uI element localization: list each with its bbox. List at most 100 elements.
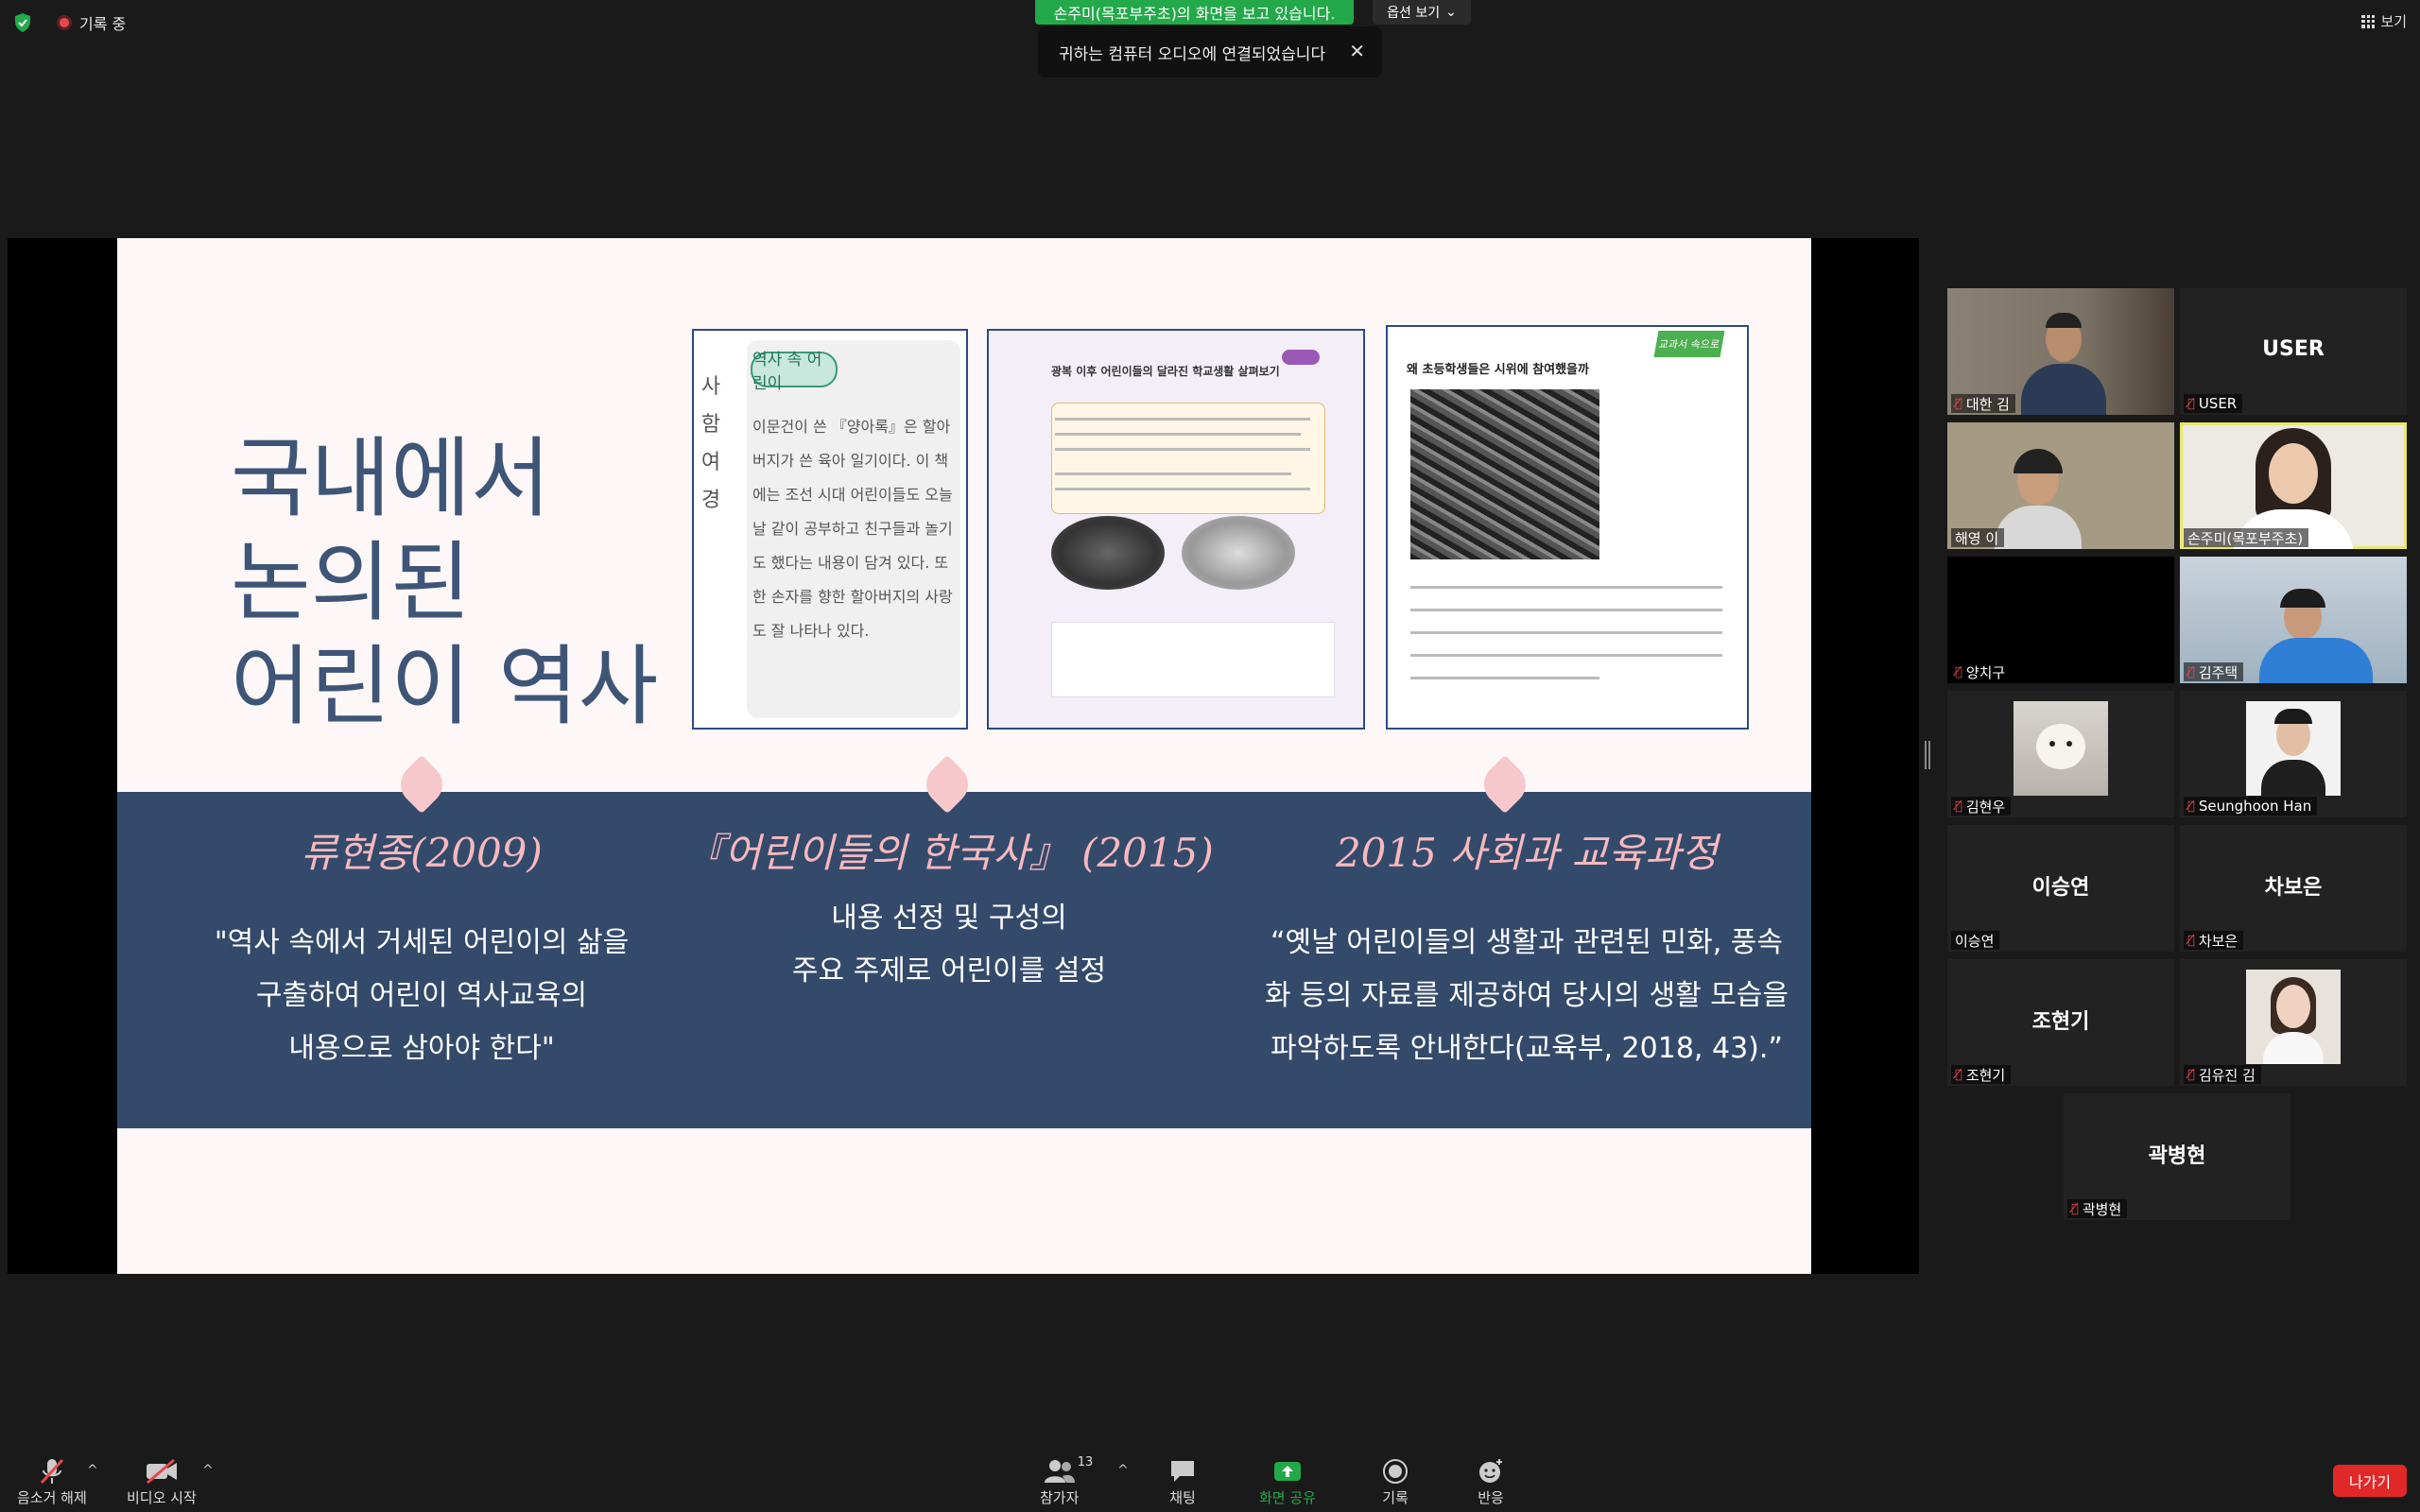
video-options-caret-icon[interactable]: ^ [202, 1463, 214, 1478]
slide-title-line: 논의된 [231, 532, 471, 633]
participant-name: 🎙̸ 김현우 [1951, 797, 2012, 816]
start-video-button[interactable]: 비디오 시작 [127, 1455, 197, 1507]
leave-button[interactable]: 나가기 [2333, 1465, 2407, 1497]
chat-label: 채팅 [1169, 1489, 1196, 1506]
muted-microphone-icon [37, 1455, 67, 1487]
active-speaker-tile[interactable]: 손주미(목포부주초) [2180, 422, 2407, 549]
meeting-status: 기록 중 [13, 11, 126, 34]
participant-name: 🎙̸ Seunghoon Han [2184, 797, 2318, 816]
participant-name: 🎙̸ 김주택 [2184, 662, 2244, 681]
column-heading: 『어린이들의 한국사』 (2015) [684, 830, 1214, 876]
participant-name: 🎙̸ 대한 김 [1951, 394, 2015, 413]
recording-indicator[interactable]: 기록 중 [57, 11, 126, 34]
participant-name: 이승연 [1951, 931, 2000, 950]
column-body: 내용 선정 및 구성의 주요 주제로 어린이를 설정 [791, 902, 1107, 988]
profile-picture [2014, 701, 2108, 796]
history-child-tag: 역사 속 어린이 [751, 351, 838, 393]
security-shield-icon[interactable] [13, 12, 32, 33]
muted-mic-icon: 🎙̸ [2071, 1201, 2079, 1216]
slide-column-1: 류현종(2009) "역사 속에서 거세된 어린이의 삶을 구출하여 어린이 역… [157, 828, 686, 1075]
protest-photo [1410, 389, 1599, 559]
participant-tile[interactable]: USER 🎙̸ USER [2180, 288, 2407, 415]
participant-name: 🎙̸ 곽병현 [2067, 1199, 2128, 1218]
participant-display-name: 이승연 [2031, 875, 2090, 900]
textbook-image-2: 광복 이후 어린이들의 달라진 학교생활 살펴보기 [987, 329, 1365, 730]
participant-tile[interactable]: 조현기 🎙̸ 조현기 [1947, 959, 2174, 1086]
participants-button[interactable]: 13 참가자 [1040, 1455, 1093, 1507]
shared-screen: 국내에서 논의된 어린이 역사 사 함 여 경 역사 속 어린이 이문건이 쓴 … [8, 238, 1919, 1274]
participants-count: 13 [1077, 1455, 1094, 1469]
participant-tile[interactable]: 이승연 이승연 [1947, 825, 2174, 952]
participant-tile[interactable]: 🎙̸ 김주택 [2180, 557, 2407, 683]
toast-message: 귀하는 컴퓨터 오디오에 연결되었습니다 [1059, 44, 1326, 64]
participant-tile[interactable]: 🎙̸ 김현우 [1947, 691, 2174, 817]
slide-column-2: 『어린이들의 한국사』 (2015) 내용 선정 및 구성의 주요 주제로 어린… [684, 828, 1214, 998]
share-screen-button[interactable]: 화면 공유 [1259, 1455, 1316, 1507]
participant-tile[interactable]: 해영 이 [1947, 422, 2174, 549]
muted-mic-icon: 🎙̸ [2187, 933, 2195, 948]
vertical-text: 사 함 여 경 [700, 375, 721, 512]
share-screen-label: 화면 공유 [1259, 1489, 1316, 1506]
textbook-tag: 교과서 속으로 [1653, 331, 1725, 357]
chat-icon [1168, 1455, 1197, 1487]
record-icon [1382, 1455, 1409, 1487]
audio-options-caret-icon[interactable]: ^ [87, 1463, 98, 1478]
column-heading: 류현종(2009) [301, 830, 543, 876]
participant-name: 🎙̸ 김유진 김 [2184, 1065, 2261, 1084]
writing-area [1051, 622, 1335, 697]
presentation-slide: 국내에서 논의된 어린이 역사 사 함 여 경 역사 속 어린이 이문건이 쓴 … [117, 238, 1811, 1274]
text-line [1410, 654, 1722, 657]
muted-mic-icon: 🎙̸ [2187, 1067, 2195, 1082]
close-icon[interactable]: ✕ [1349, 40, 1365, 62]
start-video-label: 비디오 시작 [127, 1489, 197, 1506]
unmute-label: 음소거 해제 [17, 1489, 87, 1506]
page-tag [1282, 350, 1320, 365]
muted-mic-icon: 🎙̸ [2187, 396, 2195, 411]
column-heading: 2015 사회과 교육과정 [1335, 830, 1719, 876]
participant-name: 🎙̸ USER [2184, 394, 2243, 413]
record-button[interactable]: 기록 [1382, 1455, 1409, 1507]
participant-display-name: 조현기 [2031, 1009, 2090, 1034]
recording-label: 기록 중 [79, 15, 127, 33]
text-line [1055, 448, 1310, 451]
reactions-button[interactable]: 반응 [1477, 1455, 1505, 1507]
participant-tile[interactable]: 🎙̸ Seunghoon Han [2180, 691, 2407, 817]
chat-button[interactable]: 채팅 [1168, 1455, 1197, 1507]
text-line [1410, 677, 1599, 679]
participant-name: 손주미(목포부주초) [2184, 528, 2309, 547]
muted-mic-icon: 🎙̸ [1955, 799, 1962, 814]
panel-resize-handle[interactable] [1925, 741, 1930, 769]
reactions-label: 반응 [1478, 1489, 1504, 1506]
book1-text: 이문건이 쓴 『양아록』은 할아버지가 쓴 육아 일기이다. 이 책에는 조선 … [752, 418, 953, 640]
unmute-button[interactable]: 음소거 해제 [17, 1455, 87, 1507]
column-body: “옛날 어린이들의 생활과 관련된 민화, 풍속 화 등의 자료를 제공하여 당… [1264, 926, 1789, 1065]
muted-mic-icon: 🎙̸ [1955, 1067, 1962, 1082]
participant-tile[interactable]: 🎙̸ 김유진 김 [2180, 959, 2407, 1086]
slide-title: 국내에서 논의된 어린이 역사 [231, 427, 658, 739]
muted-mic-icon: 🎙̸ [2187, 799, 2195, 814]
video-off-icon [144, 1455, 180, 1487]
text-line [1055, 433, 1301, 436]
participant-tile[interactable]: 🎙̸ 양치구 [1947, 557, 2174, 683]
profile-picture [2246, 970, 2341, 1064]
book2-title: 광복 이후 어린이들의 달라진 학교생활 살펴보기 [1051, 365, 1280, 378]
textbook-image-1: 사 함 여 경 역사 속 어린이 이문건이 쓴 『양아록』은 할아버지가 쓴 육… [692, 329, 968, 730]
text-line [1410, 609, 1722, 611]
participants-label: 참가자 [1040, 1489, 1080, 1506]
book3-title: 왜 초등학생들은 시위에 참여했을까 [1407, 363, 1589, 377]
recording-dot-icon [57, 15, 72, 30]
view-options-button[interactable]: 옵션 보기 ⌄ [1373, 0, 1471, 25]
participants-options-caret-icon[interactable]: ^ [1117, 1463, 1129, 1478]
participant-name: 🎙̸ 차보은 [2184, 931, 2244, 950]
view-options-label: 옵션 보기 [1387, 6, 1441, 21]
reactions-smiley-icon [1477, 1455, 1505, 1487]
column-body: "역사 속에서 거세된 어린이의 삶을 구출하여 어린이 역사교육의 내용으로 … [214, 926, 630, 1065]
view-button[interactable]: 보기 [2361, 11, 2407, 31]
participants-icon: 13 [1044, 1455, 1093, 1487]
participant-tile[interactable]: 곽병현 🎙̸ 곽병현 [2064, 1093, 2290, 1220]
participant-tile[interactable]: 🎙̸ 대한 김 [1947, 288, 2174, 415]
participant-tile[interactable]: 차보은 🎙̸ 차보은 [2180, 825, 2407, 952]
profile-picture [2246, 701, 2341, 796]
participant-display-name: USER [2262, 337, 2325, 361]
slide-column-3: 2015 사회과 교육과정 “옛날 어린이들의 생활과 관련된 민화, 풍속 화… [1248, 828, 1806, 1075]
